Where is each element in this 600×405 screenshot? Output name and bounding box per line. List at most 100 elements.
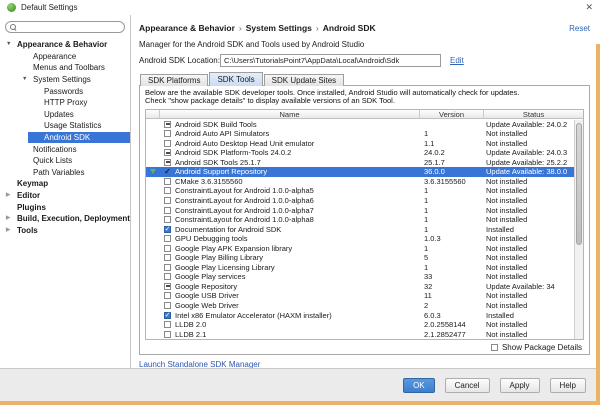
table-row[interactable]: Google Repository32Update Available: 34 — [146, 282, 583, 292]
sidebar-item-build-execution-deployment[interactable]: Build, Execution, Deployment — [0, 213, 130, 225]
package-checkbox[interactable] — [164, 197, 171, 204]
package-checkbox[interactable] — [164, 264, 171, 271]
row-status-icon — [146, 272, 159, 282]
sidebar-item-keymap[interactable]: Keymap — [0, 178, 130, 190]
table-row[interactable]: Intel x86 Emulator Accelerator (HAXM ins… — [146, 310, 583, 320]
table-row[interactable]: Google USB Driver11Not installed — [146, 291, 583, 301]
sidebar-item-appearance[interactable]: Appearance — [0, 51, 130, 63]
package-checkbox[interactable] — [164, 235, 171, 242]
search-input[interactable] — [19, 23, 120, 32]
package-status: Not installed — [483, 320, 583, 329]
edit-link[interactable]: Edit — [450, 56, 464, 65]
sidebar-item-menus-toolbars[interactable]: Menus and Toolbars — [0, 62, 130, 74]
table-row[interactable]: Android SDK Tools 25.1.725.1.7Update Ava… — [146, 158, 583, 168]
package-checkbox[interactable] — [164, 149, 171, 156]
package-checkbox[interactable] — [164, 273, 171, 280]
window-title: Default Settings — [21, 3, 77, 12]
table-row[interactable]: ConstraintLayout for Android 1.0.0-alpha… — [146, 196, 583, 206]
chevron-right-icon[interactable] — [6, 193, 17, 199]
table-row[interactable]: Android Auto Desktop Head Unit emulator1… — [146, 138, 583, 148]
package-status: Not installed — [483, 301, 583, 310]
package-checkbox[interactable] — [164, 159, 171, 166]
chevron-right-icon[interactable] — [6, 216, 17, 222]
close-icon[interactable] — [585, 3, 593, 12]
sidebar-item-tools[interactable]: Tools — [0, 225, 130, 237]
package-checkbox[interactable] — [164, 130, 171, 137]
table-row-selected[interactable]: Android Support Repository36.0.0Update A… — [146, 167, 583, 177]
package-checkbox[interactable] — [164, 254, 171, 261]
package-checkbox[interactable] — [164, 140, 171, 147]
package-checkbox[interactable] — [164, 216, 171, 223]
tab-sdk-platforms[interactable]: SDK Platforms — [140, 74, 208, 86]
tab-sdk-update-sites[interactable]: SDK Update Sites — [264, 74, 344, 86]
package-checkbox[interactable] — [164, 292, 171, 299]
table-row[interactable]: ConstraintLayout for Android 1.0.0-alpha… — [146, 186, 583, 196]
help-button[interactable]: Help — [550, 378, 586, 393]
table-row[interactable]: Google Play services33Not installed — [146, 272, 583, 282]
row-status-icon — [146, 196, 159, 206]
sidebar-item-appearance-behavior[interactable]: Appearance & Behavior — [0, 39, 130, 51]
sidebar-item-usage-statistics[interactable]: Usage Statistics — [0, 120, 130, 132]
package-checkbox[interactable] — [164, 283, 171, 290]
chevron-down-icon[interactable] — [6, 42, 17, 48]
package-checkbox[interactable] — [164, 302, 171, 309]
vertical-scrollbar[interactable] — [574, 120, 583, 339]
table-row[interactable]: Android Auto API Simulators1Not installe… — [146, 129, 583, 139]
package-checkbox[interactable] — [164, 245, 171, 252]
package-checkbox[interactable] — [164, 168, 171, 175]
table-row[interactable]: CMake 3.6.31555603.6.3155560Not installe… — [146, 177, 583, 187]
package-version: 1 — [419, 186, 483, 195]
sidebar-item-system-settings[interactable]: System Settings — [0, 74, 130, 86]
package-version: 1.1 — [419, 139, 483, 148]
chevron-down-icon[interactable] — [22, 77, 33, 83]
package-name: ConstraintLayout for Android 1.0.0-alpha… — [175, 196, 314, 205]
sdk-location-label: Android SDK Location: — [139, 56, 220, 65]
sidebar-item-path-variables[interactable]: Path Variables — [0, 167, 130, 179]
table-row[interactable]: Google Play Billing Library5Not installe… — [146, 253, 583, 263]
sidebar-item-editor[interactable]: Editor — [0, 190, 130, 202]
sidebar-item-http-proxy[interactable]: HTTP Proxy — [0, 97, 130, 109]
sidebar-item-passwords[interactable]: Passwords — [0, 85, 130, 97]
table-row[interactable]: LLDB 2.12.1.2852477Not installed — [146, 329, 583, 339]
table-row[interactable]: LLDB 2.02.0.2558144Not installed — [146, 320, 583, 330]
sidebar-item-updates[interactable]: Updates — [0, 109, 130, 121]
breadcrumb-system-settings[interactable]: System Settings — [246, 23, 312, 33]
package-name: Android Auto API Simulators — [175, 129, 269, 138]
package-checkbox[interactable] — [164, 187, 171, 194]
table-row[interactable]: ConstraintLayout for Android 1.0.0-alpha… — [146, 215, 583, 225]
package-checkbox[interactable] — [164, 312, 171, 319]
scrollbar-thumb[interactable] — [576, 123, 582, 245]
table-row[interactable]: GPU Debugging tools1.0.3Not installed — [146, 234, 583, 244]
reset-link[interactable]: Reset — [569, 24, 590, 33]
package-checkbox[interactable] — [164, 207, 171, 214]
sidebar-item-quick-lists[interactable]: Quick Lists — [0, 155, 130, 167]
sidebar-search[interactable] — [5, 21, 125, 33]
sidebar-item-android-sdk[interactable]: Android SDK — [0, 132, 130, 144]
breadcrumb: Appearance & Behavior › System Settings … — [139, 23, 590, 33]
table-row[interactable]: Documentation for Android SDK1Installed — [146, 224, 583, 234]
package-checkbox[interactable] — [164, 331, 171, 338]
package-status: Not installed — [483, 291, 583, 300]
package-version: 2 — [419, 301, 483, 310]
breadcrumb-appearance-behavior[interactable]: Appearance & Behavior — [139, 23, 235, 33]
chevron-right-icon[interactable] — [6, 228, 17, 234]
launch-standalone-sdk-manager-link[interactable]: Launch Standalone SDK Manager — [139, 360, 260, 368]
table-row[interactable]: Android SDK Build ToolsUpdate Available:… — [146, 119, 583, 129]
table-row[interactable]: Android SDK Platform-Tools 24.0.224.0.2U… — [146, 148, 583, 158]
package-checkbox[interactable] — [164, 321, 171, 328]
sdk-location-field[interactable] — [220, 54, 441, 67]
table-row[interactable]: Google Play Licensing Library1Not instal… — [146, 263, 583, 273]
package-checkbox[interactable] — [164, 226, 171, 233]
table-row[interactable]: Google Web Driver2Not installed — [146, 301, 583, 311]
table-row[interactable]: ConstraintLayout for Android 1.0.0-alpha… — [146, 205, 583, 215]
ok-button[interactable]: OK — [403, 378, 435, 393]
table-row[interactable]: Google Play APK Expansion library1Not in… — [146, 243, 583, 253]
apply-button[interactable]: Apply — [500, 378, 540, 393]
sidebar-item-notifications[interactable]: Notifications — [0, 143, 130, 155]
tab-sdk-tools[interactable]: SDK Tools — [209, 72, 262, 86]
cancel-button[interactable]: Cancel — [445, 378, 490, 393]
package-checkbox[interactable] — [164, 178, 171, 185]
sidebar-item-plugins[interactable]: Plugins — [0, 201, 130, 213]
package-checkbox[interactable] — [164, 121, 171, 128]
show-package-details-checkbox[interactable] — [491, 344, 498, 351]
